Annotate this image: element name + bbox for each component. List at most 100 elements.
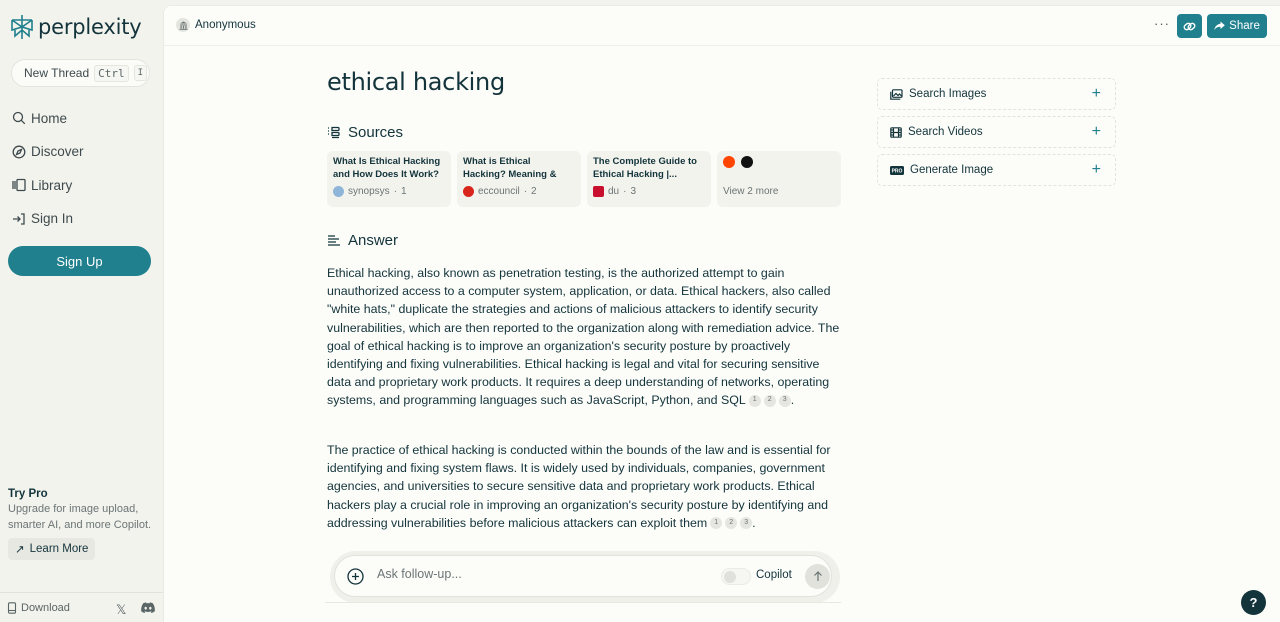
search-videos-button[interactable]: Search Videos +	[877, 116, 1116, 148]
sources-list: What Is Ethical Hacking and How Does It …	[327, 151, 841, 207]
learn-more-button[interactable]: ↗ Learn More	[8, 538, 96, 560]
eccouncil-favicon-icon	[463, 186, 474, 197]
sources-heading: Sources	[327, 124, 403, 141]
source-card[interactable]: What Is Ethical Hacking and How Does It …	[327, 151, 451, 207]
answer-paragraph-text: Ethical hacking, also known as penetrati…	[327, 266, 840, 408]
source-index: 2	[531, 186, 537, 197]
source-index: 3	[630, 186, 637, 197]
source-separator: ·	[393, 186, 398, 197]
sources-icon	[328, 126, 340, 138]
search-icon	[12, 111, 26, 125]
source-index: 1	[401, 186, 407, 197]
sources-heading-label: Sources	[348, 124, 404, 141]
query-title: ethical hacking	[327, 68, 505, 96]
citation-badge[interactable]: 1	[710, 516, 723, 529]
share-button[interactable]: Share	[1207, 14, 1267, 38]
citation-badge[interactable]: 2	[763, 394, 776, 407]
phone-icon	[7, 601, 17, 614]
sign-up-button[interactable]: Sign Up	[8, 246, 151, 276]
sidebar-item-home[interactable]: Home	[12, 107, 84, 129]
arrow-up-right-icon: ↗	[15, 544, 25, 556]
citation-badge[interactable]: 2	[725, 516, 738, 529]
user-name: Anonymous	[195, 19, 256, 31]
source-meta: eccouncil · 2	[463, 186, 575, 197]
sidebar-footer: Download 𝕏	[0, 592, 163, 622]
learn-more-label: Learn More	[29, 543, 89, 555]
sign-in-icon	[13, 212, 25, 225]
sidebar-item-sign-in[interactable]: Sign In	[12, 208, 84, 230]
compass-icon	[12, 145, 26, 158]
logo-text: perplexity	[38, 15, 142, 39]
sidebar: perplexity New Thread Ctrl I Home Discov…	[0, 0, 163, 622]
source-card[interactable]: What is Ethical Hacking? Meaning & Types…	[457, 151, 581, 207]
perplexity-logo-icon	[11, 15, 33, 39]
user-indicator: Anonymous	[176, 18, 256, 32]
more-options-button[interactable]: ···	[1154, 16, 1170, 31]
follow-up-box: Copilot	[334, 555, 832, 597]
answer-heading: Answer	[327, 232, 398, 249]
citation-badge[interactable]: 1	[748, 394, 761, 407]
source-meta: du · 3	[593, 186, 705, 197]
citation-badge[interactable]: 3	[778, 394, 791, 407]
sidebar-item-label: Discover	[31, 144, 84, 159]
help-button[interactable]: ?	[1241, 590, 1266, 615]
share-arrow-icon	[1214, 21, 1225, 31]
citation-badge[interactable]: 3	[740, 516, 753, 529]
x-icon[interactable]: 𝕏	[116, 602, 126, 618]
discord-icon[interactable]	[141, 602, 155, 613]
answer-paragraph-text: The practice of ethical hacking is condu…	[327, 443, 831, 530]
sidebar-item-label: Home	[31, 110, 68, 126]
generate-image-button[interactable]: PRO Generate Image +	[877, 154, 1116, 186]
source-separator: ·	[623, 186, 627, 197]
new-thread-button[interactable]: New Thread Ctrl I	[11, 59, 150, 87]
sidebar-nav: Home Discover Library Sign In	[12, 107, 84, 241]
download-button[interactable]: Download	[7, 602, 70, 614]
search-images-label: Search Images	[909, 88, 987, 100]
view-more-label: View 2 more	[723, 186, 779, 197]
try-pro-description: Upgrade for image upload, smarter AI, an…	[8, 503, 152, 531]
new-thread-label: New Thread	[24, 66, 90, 80]
copilot-toggle[interactable]	[721, 568, 751, 585]
try-pro-panel: Try Pro Upgrade for image upload, smarte…	[8, 488, 158, 560]
sidebar-item-library[interactable]: Library	[12, 174, 84, 196]
film-icon	[890, 126, 902, 138]
answer-heading-label: Answer	[348, 232, 399, 249]
source-separator: ·	[523, 186, 528, 197]
perplexity-logo[interactable]: perplexity	[10, 14, 142, 40]
shortcut-i: I	[133, 65, 148, 81]
answer-icon	[328, 234, 340, 246]
synopsys-favicon-icon	[333, 186, 344, 197]
du-favicon-icon	[593, 186, 604, 197]
anonymous-avatar-icon	[176, 18, 190, 32]
divider	[325, 602, 841, 603]
follow-up-input[interactable]	[377, 567, 697, 581]
generate-image-label: Generate Image	[910, 164, 994, 176]
sidebar-item-label: Sign In	[31, 211, 74, 226]
view-more-sources-card[interactable]: View 2 more	[717, 151, 841, 207]
answer-paragraph: Ethical hacking, also known as penetrati…	[327, 266, 840, 408]
plus-icon: +	[1091, 123, 1101, 140]
copy-link-button[interactable]	[1177, 14, 1202, 38]
search-videos-label: Search Videos	[908, 126, 983, 138]
source-title: The Complete Guide to Ethical Hacking |.…	[593, 156, 697, 180]
search-images-button[interactable]: Search Images +	[877, 78, 1116, 110]
image-icon	[890, 88, 903, 100]
sidebar-item-discover[interactable]: Discover	[12, 141, 84, 163]
site-favicon-icon	[741, 156, 753, 168]
source-title: What is Ethical Hacking? Meaning & Types…	[463, 156, 557, 180]
main-panel: Anonymous ··· Share ethical hacking Sour…	[163, 5, 1280, 622]
plus-icon: +	[1091, 85, 1101, 102]
more-sources-favicons	[723, 156, 835, 168]
copilot-label: Copilot	[756, 569, 792, 581]
submit-button[interactable]	[805, 564, 830, 589]
source-site: eccouncil	[478, 186, 520, 197]
answer-paragraph: The practice of ethical hacking is condu…	[327, 443, 831, 530]
arrow-up-icon	[813, 571, 822, 581]
source-site: du	[608, 186, 620, 197]
media-panel: Search Images + Search Videos + PRO Gene…	[877, 78, 1116, 192]
top-bar: Anonymous ··· Share	[164, 6, 1280, 46]
attach-plus-icon[interactable]	[347, 568, 364, 585]
share-label: Share	[1229, 20, 1260, 32]
sidebar-item-label: Library	[31, 177, 73, 193]
source-card[interactable]: The Complete Guide to Ethical Hacking |.…	[587, 151, 711, 207]
